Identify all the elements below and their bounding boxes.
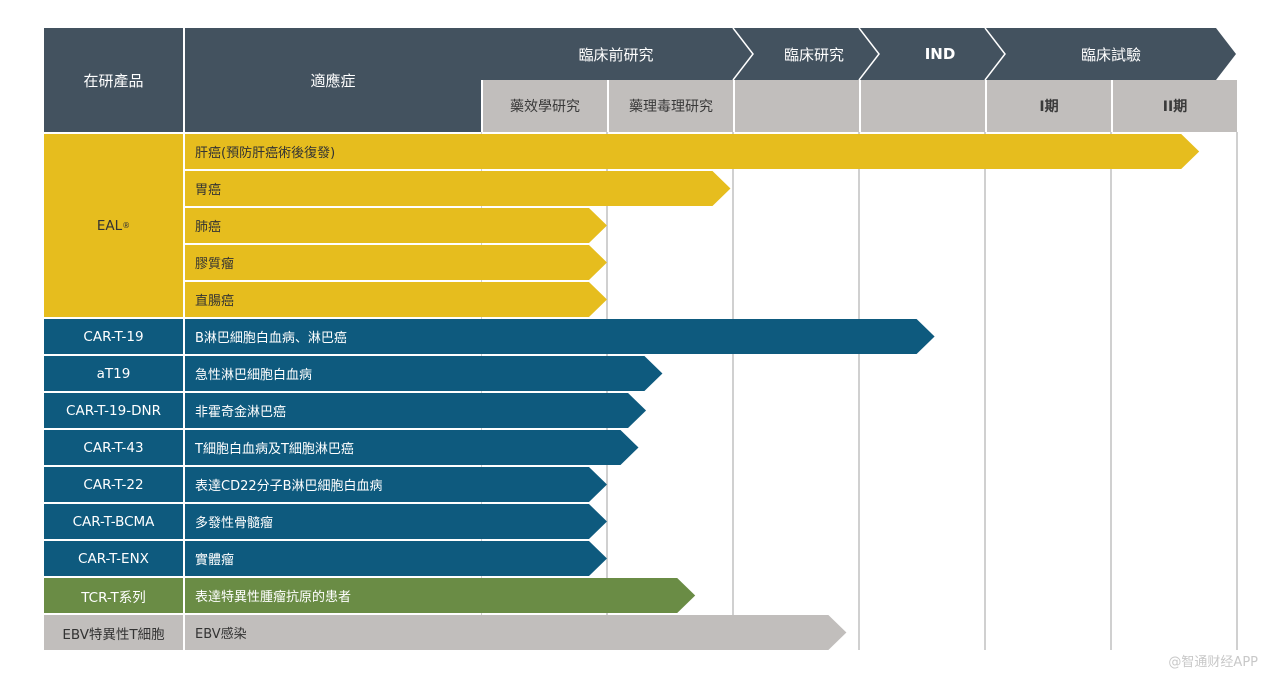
product-name: EBV特異性T細胞 bbox=[44, 613, 183, 650]
progress-arrow bbox=[481, 541, 607, 576]
stage-preclinical: 臨床前研究 bbox=[578, 45, 654, 64]
indication: 表達特異性腫瘤抗原的患者 bbox=[183, 576, 481, 613]
product-label: CAR-T-19-DNR bbox=[66, 402, 161, 419]
indication: 非霍奇金淋巴癌 bbox=[183, 391, 481, 428]
subcolumn-header: 藥理毒理研究 bbox=[607, 80, 733, 132]
progress-bar bbox=[481, 282, 607, 317]
progress-bar bbox=[481, 134, 1200, 169]
subcolumn-header bbox=[733, 80, 859, 132]
progress-bar bbox=[481, 208, 607, 243]
product-label: aT19 bbox=[96, 365, 131, 382]
stage-clinical-research: 臨床研究 bbox=[783, 45, 844, 64]
stage-clinical-trial: 臨床試驗 bbox=[1080, 45, 1141, 64]
progress-arrow bbox=[481, 393, 647, 428]
pipeline-chart: 在研產品 適應症 臨床前研究 臨床研究 IND 臨床試驗 藥效學研究 藥理毒理研究… bbox=[44, 28, 1238, 651]
indication: 急性淋巴細胞白血病 bbox=[183, 354, 481, 391]
grid-line bbox=[1236, 132, 1238, 650]
stage-ind: IND bbox=[924, 45, 956, 63]
product-label: CAR-T-43 bbox=[83, 439, 144, 456]
grid-line bbox=[984, 132, 986, 650]
progress-bar bbox=[481, 541, 607, 576]
indication: 直腸癌 bbox=[183, 280, 481, 317]
progress-bar bbox=[481, 393, 647, 428]
indication: B淋巴細胞白血病、淋巴癌 bbox=[183, 317, 481, 354]
subcolumn-header: I期 bbox=[985, 80, 1111, 132]
grid-line bbox=[858, 132, 860, 650]
product-label: EBV特異性T細胞 bbox=[62, 626, 165, 643]
indication: T細胞白血病及T細胞淋巴癌 bbox=[183, 428, 481, 465]
product-label: CAR-T-19 bbox=[83, 328, 144, 345]
indication: 表達CD22分子B淋巴細胞白血病 bbox=[183, 465, 481, 502]
progress-arrow bbox=[481, 282, 607, 317]
indication: 多發性骨髓瘤 bbox=[183, 502, 481, 539]
product-name: CAR-T-19-DNR bbox=[44, 391, 183, 428]
product-label: CAR-T-ENX bbox=[78, 550, 149, 567]
product-name: CAR-T-ENX bbox=[44, 539, 183, 576]
progress-bar bbox=[481, 578, 696, 613]
indication: 肺癌 bbox=[183, 206, 481, 243]
product-label: CAR-T-BCMA bbox=[72, 513, 155, 530]
product-name: aT19 bbox=[44, 354, 183, 391]
progress-bar bbox=[481, 430, 639, 465]
indication: 胃癌 bbox=[183, 169, 481, 206]
progress-bar bbox=[481, 467, 607, 502]
indication: 肝癌(預防肝癌術後復發) bbox=[183, 132, 481, 169]
product-name: CAR-T-22 bbox=[44, 465, 183, 502]
product-name: CAR-T-BCMA bbox=[44, 502, 183, 539]
product-label: CAR-T-22 bbox=[83, 476, 144, 493]
subcolumn-header: II期 bbox=[1111, 80, 1237, 132]
progress-arrow bbox=[481, 208, 607, 243]
progress-bar bbox=[481, 356, 663, 391]
progress-bar bbox=[481, 245, 607, 280]
progress-arrow bbox=[481, 319, 935, 354]
indication: EBV感染 bbox=[183, 613, 481, 650]
progress-arrow bbox=[481, 504, 607, 539]
progress-arrow bbox=[481, 171, 731, 206]
progress-arrow bbox=[481, 134, 1200, 169]
progress-bar bbox=[481, 171, 731, 206]
progress-bar bbox=[481, 615, 847, 650]
indication: 實體瘤 bbox=[183, 539, 481, 576]
grid-line bbox=[1110, 132, 1112, 650]
grid-line bbox=[732, 132, 734, 650]
progress-arrow bbox=[481, 430, 639, 465]
product-name: TCR-T系列 bbox=[44, 576, 183, 613]
product-name: CAR-T-43 bbox=[44, 428, 183, 465]
progress-bar bbox=[481, 319, 935, 354]
product-name: CAR-T-19 bbox=[44, 317, 183, 354]
watermark: @智通财经APP bbox=[1168, 655, 1258, 670]
progress-arrow bbox=[481, 356, 663, 391]
indication: 膠質瘤 bbox=[183, 243, 481, 280]
progress-arrow bbox=[481, 245, 607, 280]
progress-arrow bbox=[481, 467, 607, 502]
subcolumn-header: 藥效學研究 bbox=[481, 80, 607, 132]
product-label: EAL bbox=[96, 217, 123, 234]
progress-arrow bbox=[481, 615, 847, 650]
product-label: TCR-T系列 bbox=[81, 589, 146, 606]
subcolumn-header bbox=[859, 80, 985, 132]
progress-bar bbox=[481, 504, 607, 539]
progress-arrow bbox=[481, 578, 696, 613]
header-product: 在研產品 bbox=[44, 28, 183, 132]
header-indication: 適應症 bbox=[183, 28, 481, 132]
registered-mark: ® bbox=[122, 221, 131, 230]
product-name: EAL ® bbox=[44, 132, 183, 317]
